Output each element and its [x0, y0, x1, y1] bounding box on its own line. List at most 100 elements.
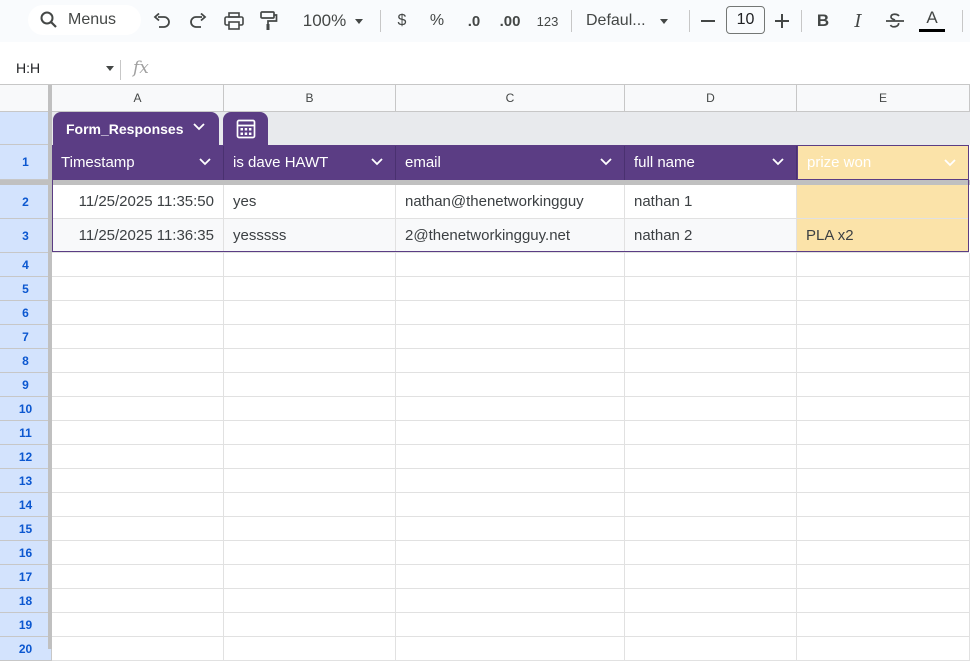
column-header-c[interactable]: C: [396, 85, 625, 112]
row-header-17[interactable]: 17: [0, 565, 52, 589]
table-cell[interactable]: 11/25/2025 11:36:35: [52, 219, 224, 253]
grid-cell[interactable]: [224, 493, 396, 517]
grid-cell[interactable]: [52, 373, 224, 397]
row-header-4[interactable]: 4: [0, 253, 52, 277]
grid-cell[interactable]: [797, 469, 970, 493]
row-header-6[interactable]: 6: [0, 301, 52, 325]
column-header-a[interactable]: A: [52, 85, 224, 112]
bold-button[interactable]: B: [813, 10, 833, 32]
grid-cell[interactable]: [52, 349, 224, 373]
grid-cell[interactable]: [224, 541, 396, 565]
grid-cell[interactable]: [396, 277, 625, 301]
grid-cell[interactable]: [625, 373, 797, 397]
grid-cell[interactable]: [797, 589, 970, 613]
grid-cell[interactable]: [52, 277, 224, 301]
grid-cell[interactable]: [797, 325, 970, 349]
row-header-9[interactable]: 9: [0, 373, 52, 397]
grid-cell[interactable]: [224, 637, 396, 661]
row-header-19[interactable]: 19: [0, 613, 52, 637]
grid-cell[interactable]: [224, 253, 396, 277]
grid-cell[interactable]: [625, 541, 797, 565]
grid-cell[interactable]: [797, 637, 970, 661]
currency-button[interactable]: $: [392, 10, 412, 32]
grid-cell[interactable]: [52, 517, 224, 541]
grid-cell[interactable]: [797, 397, 970, 421]
grid-cell[interactable]: [396, 445, 625, 469]
grid-cell[interactable]: [625, 517, 797, 541]
font-size-input[interactable]: 10: [726, 6, 765, 34]
percent-button[interactable]: %: [427, 10, 447, 32]
grid-cell[interactable]: [52, 541, 224, 565]
grid-cell[interactable]: [52, 493, 224, 517]
grid-cell[interactable]: [224, 469, 396, 493]
grid-cell[interactable]: [625, 325, 797, 349]
grid-cell[interactable]: [52, 613, 224, 637]
header-is-dave-hawt[interactable]: is dave HAWT: [224, 145, 396, 180]
grid-cell[interactable]: [797, 445, 970, 469]
table-cell[interactable]: PLA x2: [797, 219, 969, 253]
grid-cell[interactable]: [625, 421, 797, 445]
table-name-tab[interactable]: Form_Responses: [53, 112, 219, 145]
table-cell[interactable]: yes: [224, 185, 396, 219]
grid-cell[interactable]: [224, 421, 396, 445]
row-header-5[interactable]: 5: [0, 277, 52, 301]
header-email[interactable]: email: [396, 145, 625, 180]
grid-cell[interactable]: [52, 445, 224, 469]
grid-cell[interactable]: [625, 469, 797, 493]
grid-cell[interactable]: [396, 613, 625, 637]
grid-cell[interactable]: [396, 373, 625, 397]
row-header-2[interactable]: 2: [0, 185, 52, 219]
grid-cell[interactable]: [396, 397, 625, 421]
grid-cell[interactable]: [224, 325, 396, 349]
table-cell[interactable]: nathan 2: [625, 219, 797, 253]
row-header-12[interactable]: 12: [0, 445, 52, 469]
grid-cell[interactable]: [396, 517, 625, 541]
grid-cell[interactable]: [625, 589, 797, 613]
grid-cell[interactable]: [52, 397, 224, 421]
grid-cell[interactable]: [224, 349, 396, 373]
grid-cell[interactable]: [224, 445, 396, 469]
grid-cell[interactable]: [52, 637, 224, 661]
grid-cell[interactable]: [224, 517, 396, 541]
column-header-b[interactable]: B: [224, 85, 396, 112]
redo-icon[interactable]: [188, 10, 208, 32]
grid-cell[interactable]: [797, 373, 970, 397]
chevron-down-icon[interactable]: [772, 158, 784, 166]
grid-cell[interactable]: [625, 253, 797, 277]
grid-cell[interactable]: [52, 301, 224, 325]
row-header-16[interactable]: 16: [0, 541, 52, 565]
grid-cell[interactable]: [396, 565, 625, 589]
row-header-18[interactable]: 18: [0, 589, 52, 613]
row-header-13[interactable]: 13: [0, 469, 52, 493]
chevron-down-icon[interactable]: [371, 158, 383, 166]
select-all-corner[interactable]: [0, 85, 52, 112]
grid-cell[interactable]: [625, 493, 797, 517]
grid-cell[interactable]: [625, 277, 797, 301]
grid-cell[interactable]: [396, 349, 625, 373]
table-cell[interactable]: [797, 185, 969, 219]
grid-cell[interactable]: [52, 421, 224, 445]
grid-cell[interactable]: [396, 301, 625, 325]
table-cell[interactable]: 2@thenetworkingguy.net: [396, 219, 625, 253]
grid-cell[interactable]: [224, 373, 396, 397]
row-header-10[interactable]: 10: [0, 397, 52, 421]
header-full-name[interactable]: full name: [625, 145, 797, 180]
row-header-20[interactable]: 20: [0, 637, 52, 661]
grid-cell[interactable]: [797, 517, 970, 541]
grid-cell[interactable]: [797, 253, 970, 277]
grid-cell[interactable]: [625, 445, 797, 469]
row-header-8[interactable]: 8: [0, 349, 52, 373]
chevron-down-icon[interactable]: [600, 158, 612, 166]
grid-cell[interactable]: [625, 349, 797, 373]
table-cell[interactable]: 11/25/2025 11:35:50: [52, 185, 224, 219]
row-header-14[interactable]: 14: [0, 493, 52, 517]
row-header-11[interactable]: 11: [0, 421, 52, 445]
grid-cell[interactable]: [52, 253, 224, 277]
name-box[interactable]: H:H: [16, 60, 40, 76]
grid-cell[interactable]: [797, 301, 970, 325]
grid-cell[interactable]: [625, 613, 797, 637]
grid-cell[interactable]: [396, 325, 625, 349]
grid-cell[interactable]: [625, 397, 797, 421]
grid-cell[interactable]: [625, 637, 797, 661]
column-header-e[interactable]: E: [797, 85, 970, 112]
